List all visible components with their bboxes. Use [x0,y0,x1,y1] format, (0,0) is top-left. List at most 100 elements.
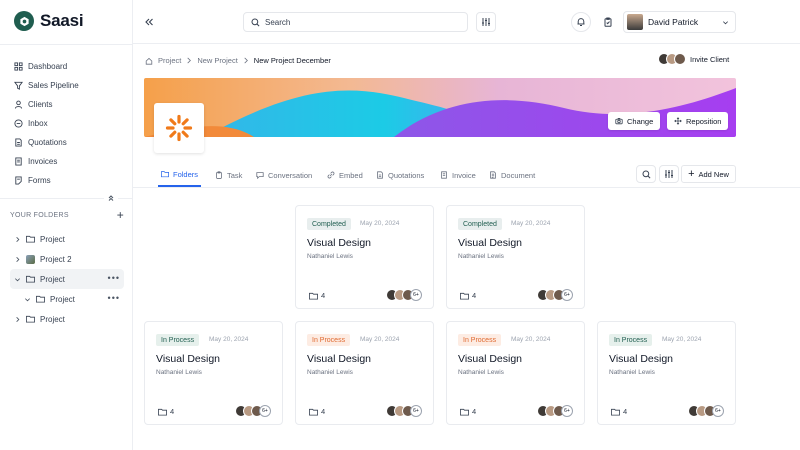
folder-icon [309,292,318,300]
sidebar-item-label: Quotations [28,138,67,147]
sidebar: Saasi Dashboard Sales Pipeline Clients I… [0,0,133,450]
sidebar-item-dashboard[interactable]: Dashboard [14,57,79,76]
sidebar-item-inbox[interactable]: Inbox [14,114,79,133]
project-card[interactable]: Completed May 20, 2024 Visual Design Nat… [295,205,434,309]
avatar [627,14,643,30]
plus-icon: + [688,168,695,180]
change-cover-button[interactable]: Change [608,112,661,130]
chevron-right-icon[interactable] [14,316,21,323]
card-folder-count: 4 [611,407,627,416]
clipboard-icon [216,171,222,179]
status-badge: In Process [609,334,653,346]
filter-button[interactable] [476,12,496,32]
search-input[interactable] [265,17,455,27]
sunburst-logo-icon [165,114,193,142]
tab-conversation[interactable]: Conversation [253,163,315,187]
folder-icon [158,408,167,416]
chevron-down-icon[interactable] [24,296,31,303]
folder-label: Project [40,274,65,284]
card-folder-count: 4 [309,291,325,300]
folder-icon [460,408,469,416]
tab-folders[interactable]: Folders [158,163,202,187]
card-title: Visual Design [458,237,523,249]
more-members-badge: 6+ [561,405,573,417]
sidebar-item-sales-pipeline[interactable]: Sales Pipeline [14,76,79,95]
folder-item[interactable]: Project 2 [10,249,124,269]
more-options-icon[interactable]: ••• [108,294,120,303]
folder-thumbnail [26,254,35,264]
tab-quotations[interactable]: Quotations [373,163,427,187]
status-badge: In Process [458,334,502,346]
sidebar-item-label: Sales Pipeline [28,81,79,90]
search-button[interactable] [636,165,656,183]
sidebar-item-label: Clients [28,100,53,109]
tab-invoice[interactable]: Invoice [437,163,479,187]
filter-button[interactable] [659,165,679,183]
avatar [674,53,686,65]
sidebar-item-forms[interactable]: Forms [14,171,79,190]
breadcrumb: Project New Project New Project December [145,56,331,65]
folder-count: 4 [321,407,326,416]
change-label: Change [627,116,654,126]
search-icon [641,169,650,178]
chevron-down-icon[interactable] [14,276,21,283]
tab-document[interactable]: Document [486,163,538,187]
reposition-label: Reposition [686,116,722,126]
project-logo[interactable] [154,103,204,153]
card-folder-count: 4 [460,291,476,300]
file-text-icon [490,171,496,179]
folder-item[interactable]: Project ••• [10,289,124,309]
collapse-section-button[interactable] [104,191,118,205]
folder-count: 4 [321,291,326,300]
user-icon [14,100,23,109]
dashboard-icon [14,62,23,71]
logo[interactable]: Saasi [14,11,84,31]
sidebar-item-label: Dashboard [28,62,68,71]
folder-icon [26,275,35,283]
add-new-button[interactable]: + Add New [681,165,736,183]
add-folder-icon[interactable]: + [117,209,124,221]
more-members-badge: 6+ [410,405,422,417]
clipboard-button[interactable] [598,12,618,32]
card-folder-count: 4 [158,407,174,416]
folder-item[interactable]: Project [10,229,124,249]
move-icon [674,117,682,125]
more-members-badge: 6+ [259,405,271,417]
breadcrumb-item[interactable]: New Project [197,56,237,65]
logo-mark-icon [14,11,34,31]
card-title: Visual Design [156,353,221,365]
sidebar-item-clients[interactable]: Clients [14,95,79,114]
tab-task[interactable]: Task [212,163,245,187]
invite-client[interactable]: Invite Client [658,53,729,65]
tab-embed[interactable]: Embed [324,163,366,187]
link-icon [327,171,335,179]
user-menu[interactable]: David Patrick [623,11,736,33]
home-icon[interactable] [145,57,153,65]
chevron-right-icon[interactable] [14,256,21,263]
folder-item-active[interactable]: Project ••• [10,269,124,289]
chevrons-left-icon[interactable] [144,17,154,27]
project-card[interactable]: Completed May 20, 2024 Visual Design Nat… [446,205,585,309]
sidebar-item-invoices[interactable]: Invoices [14,152,79,171]
tab-label: Embed [339,170,363,180]
reposition-cover-button[interactable]: Reposition [667,112,729,130]
sidebar-item-label: Forms [28,176,51,185]
notifications-button[interactable] [571,12,591,32]
card-members: 6+ [537,289,573,301]
card-members: 6+ [386,405,422,417]
document-icon [377,171,383,179]
more-options-icon[interactable]: ••• [108,274,120,283]
project-card[interactable]: In Process May 20, 2024 Visual Design Na… [597,321,736,425]
chevron-right-icon[interactable] [14,236,21,243]
search-bar[interactable] [243,12,468,32]
more-members-badge: 6+ [410,289,422,301]
project-card[interactable]: In Process May 20, 2024 Visual Design Na… [144,321,283,425]
card-date: May 20, 2024 [511,336,551,343]
breadcrumb-item[interactable]: Project [158,56,181,65]
sidebar-item-quotations[interactable]: Quotations [14,133,79,152]
project-card[interactable]: In Process May 20, 2024 Visual Design Na… [446,321,585,425]
folder-icon [26,235,35,243]
folder-item[interactable]: Project [10,309,124,329]
tab-label: Conversation [268,170,313,180]
project-card[interactable]: In Process May 20, 2024 Visual Design Na… [295,321,434,425]
